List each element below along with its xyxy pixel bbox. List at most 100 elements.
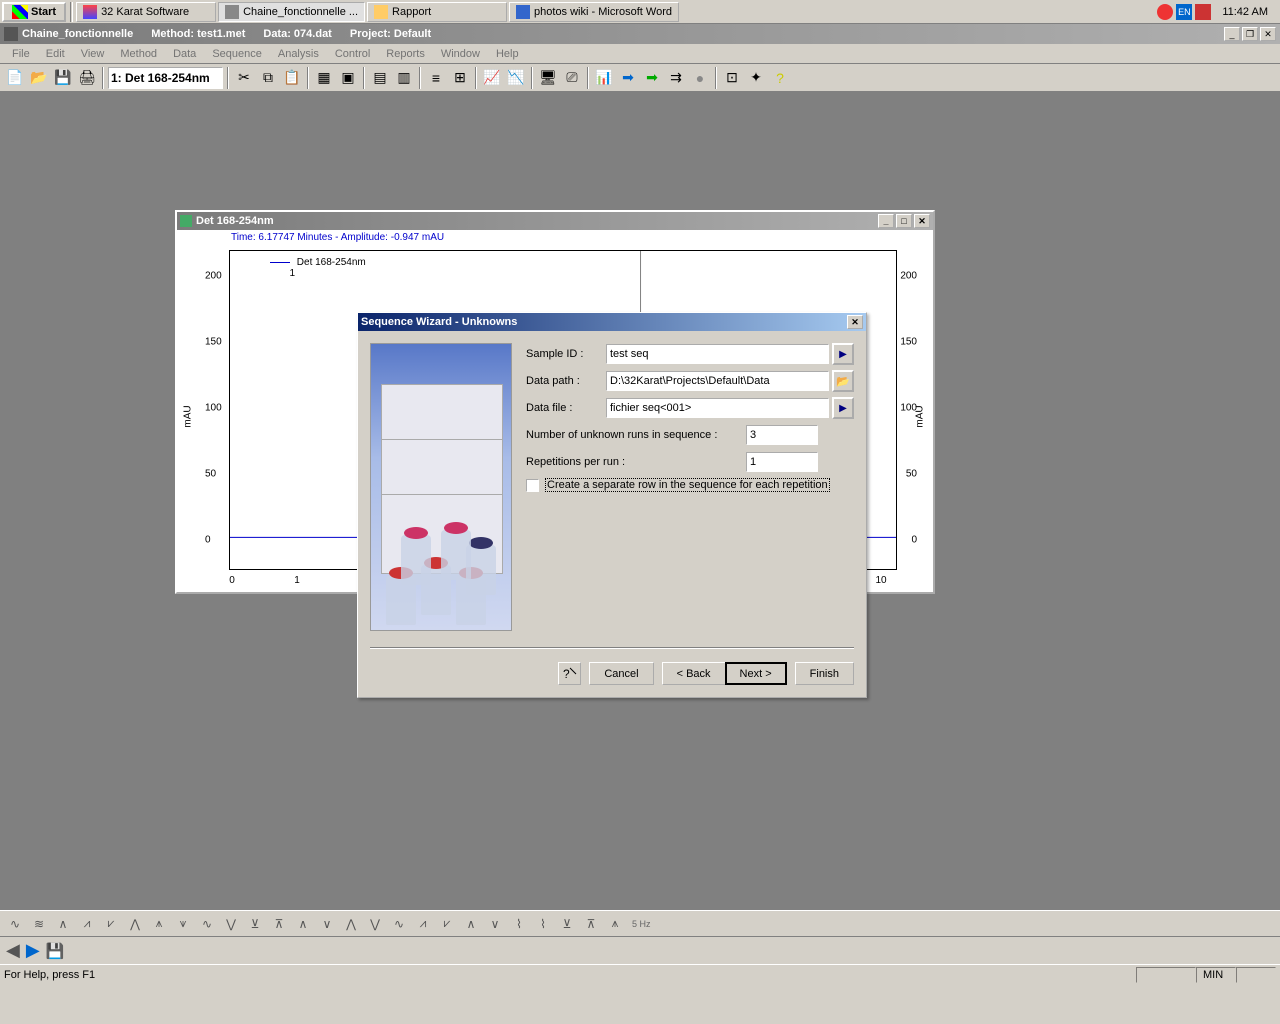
wave-tool-24[interactable]: ⊻	[556, 913, 578, 935]
finish-button[interactable]: Finish	[795, 662, 854, 685]
restore-button[interactable]: ❐	[1242, 27, 1258, 41]
play-left-icon[interactable]: ◀	[6, 940, 20, 961]
chart-icon	[180, 215, 192, 227]
wave-tool-17[interactable]: ∿	[388, 913, 410, 935]
grid2-icon[interactable]: ▥	[393, 67, 415, 89]
child-maximize-button[interactable]: □	[896, 214, 912, 228]
menu-method[interactable]: Method	[112, 46, 165, 62]
device-icon[interactable]: ⎚	[561, 67, 583, 89]
back-button[interactable]: < Back	[662, 662, 725, 685]
wave-tool-7[interactable]: ⩚	[148, 913, 170, 935]
data-file-arrow-button[interactable]: ▶	[832, 397, 854, 419]
tool1-icon[interactable]: ⊡	[721, 67, 743, 89]
wave-tool-1[interactable]: ∿	[4, 913, 26, 935]
wave-tool-25[interactable]: ⊼	[580, 913, 602, 935]
arrow-right-blue-icon[interactable]: ➡	[617, 67, 639, 89]
menu-reports[interactable]: Reports	[378, 46, 433, 62]
copy-icon[interactable]: ⧉	[257, 67, 279, 89]
data-path-input[interactable]	[606, 371, 829, 391]
wave-tool-22[interactable]: ⌇	[508, 913, 530, 935]
wave-tool-19[interactable]: ⩗	[436, 913, 458, 935]
chart1-icon[interactable]: 📈	[481, 67, 503, 89]
paste-icon[interactable]: 📋	[281, 67, 303, 89]
wave-tool-15[interactable]: ⋀	[340, 913, 362, 935]
clock[interactable]: 11:42 AM	[1214, 6, 1276, 18]
taskbar-item-rapport[interactable]: Rapport	[367, 2, 507, 22]
table-icon[interactable]: ⊞	[449, 67, 471, 89]
wave-tool-21[interactable]: ∨	[484, 913, 506, 935]
new-icon[interactable]: 📄	[4, 67, 26, 89]
sample-id-input[interactable]	[606, 344, 829, 364]
wave-tool-12[interactable]: ⊼	[268, 913, 290, 935]
menu-data[interactable]: Data	[165, 46, 204, 62]
wave-tool-14[interactable]: ∨	[316, 913, 338, 935]
wave-tool-20[interactable]: ∧	[460, 913, 482, 935]
cut-icon[interactable]: ✂	[233, 67, 255, 89]
arrow-right-green-icon[interactable]: ➡	[641, 67, 663, 89]
wave-tool-5[interactable]: ⩗	[100, 913, 122, 935]
wave-tool-11[interactable]: ⊻	[244, 913, 266, 935]
taskbar-item-chaine[interactable]: Chaine_fonctionnelle ...	[218, 2, 365, 22]
wave-tool-2[interactable]: ≋	[28, 913, 50, 935]
app-title-data: Data: 074.dat	[263, 28, 331, 40]
flow-icon[interactable]: ⇉	[665, 67, 687, 89]
wave-tool-8[interactable]: ⩛	[172, 913, 194, 935]
child-titlebar[interactable]: Det 168-254nm _ □ ✕	[177, 212, 933, 230]
wave-tool-26[interactable]: ⩚	[604, 913, 626, 935]
data-file-input[interactable]	[606, 398, 829, 418]
chart2-icon[interactable]: 📉	[505, 67, 527, 89]
child-close-button[interactable]: ✕	[914, 214, 930, 228]
dialog-close-button[interactable]: ✕	[847, 315, 863, 329]
record-icon[interactable]: ●	[689, 67, 711, 89]
wave-tool-4[interactable]: ⩘	[76, 913, 98, 935]
tray-icon-3[interactable]	[1195, 4, 1211, 20]
histogram-icon[interactable]: 📊	[593, 67, 615, 89]
next-button[interactable]: Next >	[725, 662, 787, 685]
menu-window[interactable]: Window	[433, 46, 488, 62]
taskbar-item-word[interactable]: photos wiki - Microsoft Word	[509, 2, 679, 22]
wave-tool-6[interactable]: ⋀	[124, 913, 146, 935]
wave-tool-10[interactable]: ⋁	[220, 913, 242, 935]
reps-input[interactable]	[746, 452, 818, 472]
menu-edit[interactable]: Edit	[38, 46, 73, 62]
channel-combo[interactable]	[108, 67, 223, 89]
dialog-titlebar[interactable]: Sequence Wizard - Unknowns ✕	[358, 313, 866, 331]
menu-control[interactable]: Control	[327, 46, 378, 62]
wave-tool-13[interactable]: ∧	[292, 913, 314, 935]
cascade-icon[interactable]: ▣	[337, 67, 359, 89]
menu-sequence[interactable]: Sequence	[204, 46, 270, 62]
grid1-icon[interactable]: ▤	[369, 67, 391, 89]
cancel-button[interactable]: Cancel	[589, 662, 653, 685]
wave-tool-9[interactable]: ∿	[196, 913, 218, 935]
language-indicator[interactable]: EN	[1176, 4, 1192, 20]
wave-tool-3[interactable]: ∧	[52, 913, 74, 935]
menu-view[interactable]: View	[73, 46, 113, 62]
minimize-button[interactable]: _	[1224, 27, 1240, 41]
menu-file[interactable]: File	[4, 46, 38, 62]
save-icon[interactable]: 💾	[52, 67, 74, 89]
tile-icon[interactable]: ▦	[313, 67, 335, 89]
print-icon[interactable]: 🖨	[76, 67, 98, 89]
save-disk-icon[interactable]: 💾	[46, 942, 65, 960]
open-icon[interactable]: 📂	[28, 67, 50, 89]
num-runs-input[interactable]	[746, 425, 818, 445]
wave-tool-16[interactable]: ⋁	[364, 913, 386, 935]
tool2-icon[interactable]: ✦	[745, 67, 767, 89]
help-icon[interactable]: ?	[769, 67, 791, 89]
browse-folder-icon[interactable]: 📂	[832, 370, 854, 392]
menu-analysis[interactable]: Analysis	[270, 46, 327, 62]
separate-row-checkbox[interactable]	[526, 479, 539, 492]
play-right-icon[interactable]: ▶	[26, 940, 40, 961]
close-button[interactable]: ✕	[1260, 27, 1276, 41]
wave-tool-18[interactable]: ⩘	[412, 913, 434, 935]
child-minimize-button[interactable]: _	[878, 214, 894, 228]
list-icon[interactable]: ≡	[425, 67, 447, 89]
wave-tool-23[interactable]: ⌇	[532, 913, 554, 935]
sample-id-arrow-button[interactable]: ▶	[832, 343, 854, 365]
taskbar-item-32karat[interactable]: 32 Karat Software	[76, 2, 216, 22]
start-button[interactable]: Start	[2, 2, 66, 22]
tray-icon-1[interactable]	[1157, 4, 1173, 20]
monitor-icon[interactable]: 🖥	[537, 67, 559, 89]
menu-help[interactable]: Help	[488, 46, 527, 62]
context-help-icon[interactable]: ?	[558, 662, 581, 685]
